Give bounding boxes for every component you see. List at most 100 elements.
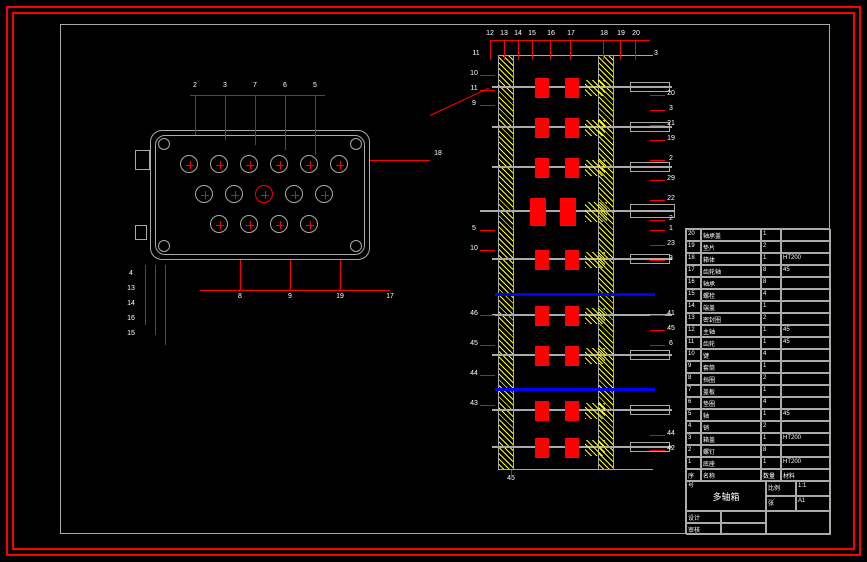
bom-row-qty: 8 [761, 265, 781, 277]
bom-row-name: 齿轮轴 [701, 265, 761, 277]
bom-row-qty: 8 [761, 277, 781, 289]
title-block: 20轴承盖119垫片218箱体1HT20017齿轮轴84516轴承815螺栓41… [685, 228, 830, 534]
callout-leader [650, 95, 665, 96]
callout-label: 6 [279, 82, 291, 89]
bom-row-qty: 4 [761, 397, 781, 409]
callout-leader [650, 450, 665, 451]
company-box [766, 511, 831, 535]
bearing-hatch [585, 252, 605, 268]
bearing-hatch [585, 440, 605, 456]
mounting-hole-tr [350, 138, 362, 150]
bom-row-material: 45 [781, 409, 831, 421]
callout-label: 6 [665, 340, 677, 347]
bom-row-qty: 1 [761, 337, 781, 349]
callout-leader [650, 330, 665, 331]
callout-leader [650, 245, 665, 246]
callout-label: 45 [665, 325, 677, 332]
bom-row-material [781, 385, 831, 397]
callout-leader [650, 345, 665, 346]
callout-leader [290, 260, 291, 290]
bom-row-name: 销 [701, 421, 761, 433]
bom-row-material [781, 313, 831, 325]
callout-label: 23 [665, 240, 677, 247]
mounting-hole-br [350, 240, 362, 252]
bom-row-name: 密封圈 [701, 313, 761, 325]
callout-label: 16 [545, 30, 557, 37]
spindle-hole [300, 215, 318, 233]
callout-leader [650, 140, 665, 141]
gear [565, 306, 579, 326]
gear [530, 198, 546, 226]
callout-leader [620, 40, 621, 60]
callout-leader [650, 110, 665, 111]
bom-row-name: 箱体 [701, 253, 761, 265]
callout-leader [225, 95, 226, 140]
callout-label: 11 [470, 50, 482, 57]
bom-row-qty: 1 [761, 409, 781, 421]
checker-label: 审核 [686, 523, 721, 535]
bom-row-qty: 1 [761, 229, 781, 241]
bom-row-material [781, 421, 831, 433]
plan-view [150, 130, 370, 260]
bom-row-qty: 2 [761, 373, 781, 385]
bom-row-id: 15 [686, 289, 701, 301]
callout-label: 43 [468, 400, 480, 407]
bom-row-id: 8 [686, 373, 701, 385]
spindle-hole [285, 185, 303, 203]
callout-leader [285, 95, 286, 150]
callout-leader [490, 40, 491, 60]
callout-label: 5 [309, 82, 321, 89]
shaft-end [630, 122, 670, 132]
callout-leader [165, 265, 166, 345]
sheet-label: 张 [766, 496, 796, 511]
callout-label: 45 [468, 340, 480, 347]
callout-leader [480, 250, 495, 251]
bearing-hatch [585, 80, 605, 96]
callout-leader [650, 160, 665, 161]
gear [565, 346, 579, 366]
callout-label: 21 [665, 120, 677, 127]
bom-row-qty: 1 [761, 457, 781, 469]
drawing-title: 多轴箱 [686, 481, 766, 511]
gear [565, 250, 579, 270]
callout-label: 14 [512, 30, 524, 37]
callout-label: 44 [665, 430, 677, 437]
callout-leader [340, 260, 341, 290]
spindle-hole [210, 155, 228, 173]
callout-leader [570, 40, 571, 60]
callout-leader [480, 75, 495, 76]
bom-row-name: 键 [701, 349, 761, 361]
shaft-row-2 [510, 112, 670, 147]
bom-row-material [781, 229, 831, 241]
bom-row-id: 7 [686, 385, 701, 397]
gear [535, 78, 549, 98]
callout-label: 11 [468, 85, 480, 92]
gear [535, 306, 549, 326]
housing-bottom [498, 469, 653, 470]
bom-row-name: 齿轮 [701, 337, 761, 349]
callout-leader [635, 40, 636, 60]
checker-value [721, 523, 766, 535]
callout-label: 12 [484, 30, 496, 37]
bom-row-id: 14 [686, 301, 701, 313]
side-detail [135, 150, 150, 170]
spindle-hole [255, 185, 273, 203]
callout-label: 19 [665, 135, 677, 142]
callout-label: 17 [565, 30, 577, 37]
bom-row-name: 箱盖 [701, 433, 761, 445]
callout-leader [650, 260, 665, 261]
bom-row-id: 20 [686, 229, 701, 241]
bom-row-id: 9 [686, 361, 701, 373]
shaft-row-4 [510, 192, 670, 237]
callout-label: 1 [665, 225, 677, 232]
bom-row-material [781, 277, 831, 289]
bom-row-id: 13 [686, 313, 701, 325]
callout-label: 7 [249, 82, 261, 89]
callout-leader [480, 345, 495, 346]
bom-row-id: 11 [686, 337, 701, 349]
spindle-hole [240, 215, 258, 233]
gear [535, 438, 549, 458]
bearing-hatch [585, 403, 605, 419]
shaft-row-7 [510, 340, 670, 375]
callout-leader [315, 95, 316, 155]
